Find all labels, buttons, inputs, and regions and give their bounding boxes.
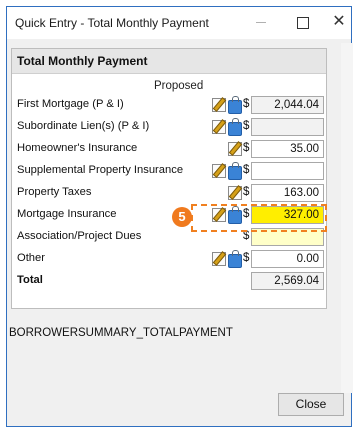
currency-symbol: $ [243, 164, 250, 176]
row-label: Association/Project Dues [17, 230, 142, 242]
first-mortgage-value: 2,044.04 [251, 96, 324, 114]
total-monthly-payment-panel: Total Monthly Payment Proposed First Mor… [11, 48, 327, 309]
minimize-icon [256, 22, 266, 23]
maximize-button[interactable] [291, 11, 315, 33]
row-label: Supplemental Property Insurance [17, 164, 184, 176]
currency-symbol: $ [243, 142, 250, 154]
currency-symbol: $ [243, 186, 250, 198]
property-taxes-input[interactable]: 163.00 [251, 184, 324, 202]
scrollbar[interactable] [341, 43, 353, 393]
row-property-taxes: Property Taxes $ 163.00 [12, 183, 326, 203]
window-title: Quick Entry - Total Monthly Payment [15, 16, 209, 30]
lock-icon[interactable] [228, 96, 242, 114]
row-other: Other $ 0.00 [12, 249, 326, 269]
currency-symbol: $ [243, 252, 250, 264]
supplemental-property-insurance-input[interactable] [251, 162, 324, 180]
callout-highlight-box [191, 204, 327, 232]
quick-entry-window: Quick Entry - Total Monthly Payment ✕ To… [6, 6, 353, 427]
row-label: Homeowner's Insurance [17, 142, 138, 154]
currency-symbol: $ [243, 120, 250, 132]
total-label: Total [17, 274, 43, 286]
homeowners-insurance-input[interactable]: 35.00 [251, 140, 324, 158]
row-total: Total 2,569.04 [12, 271, 326, 291]
edit-icon[interactable] [228, 186, 242, 200]
row-label: First Mortgage (P & I) [17, 98, 124, 110]
row-homeowners-insurance: Homeowner's Insurance $ 35.00 [12, 139, 326, 159]
row-first-mortgage: First Mortgage (P & I) $ 2,044.04 [12, 95, 326, 115]
other-input[interactable]: 0.00 [251, 250, 324, 268]
field-id-label: BORROWERSUMMARY_TOTALPAYMENT [9, 327, 233, 339]
close-button[interactable]: Close [278, 393, 344, 416]
total-value: 2,569.04 [251, 272, 324, 290]
row-label: Property Taxes [17, 186, 92, 198]
proposed-column-label: Proposed [154, 80, 204, 92]
edit-icon[interactable] [212, 252, 226, 266]
subordinate-lien-value [251, 118, 324, 136]
row-subordinate-lien: Subordinate Lien(s) (P & I) $ [12, 117, 326, 137]
currency-symbol: $ [243, 98, 250, 110]
row-label: Subordinate Lien(s) (P & I) [17, 120, 150, 132]
title-bar: Quick Entry - Total Monthly Payment ✕ [7, 7, 351, 39]
edit-icon[interactable] [212, 120, 226, 134]
close-window-button[interactable]: ✕ [327, 11, 351, 33]
row-supplemental-property-insurance: Supplemental Property Insurance $ [12, 161, 326, 181]
edit-icon[interactable] [212, 164, 226, 178]
edit-icon[interactable] [212, 98, 226, 112]
edit-icon[interactable] [228, 142, 242, 156]
step-badge: 5 [172, 207, 192, 227]
row-label: Other [17, 252, 45, 264]
minimize-button[interactable] [249, 11, 273, 33]
row-label: Mortgage Insurance [17, 208, 117, 220]
close-icon: ✕ [332, 13, 346, 30]
panel-title: Total Monthly Payment [17, 54, 148, 68]
maximize-icon [297, 17, 309, 29]
lock-icon[interactable] [228, 250, 242, 268]
lock-icon[interactable] [228, 162, 242, 180]
panel-header: Total Monthly Payment [12, 49, 326, 74]
lock-icon[interactable] [228, 118, 242, 136]
